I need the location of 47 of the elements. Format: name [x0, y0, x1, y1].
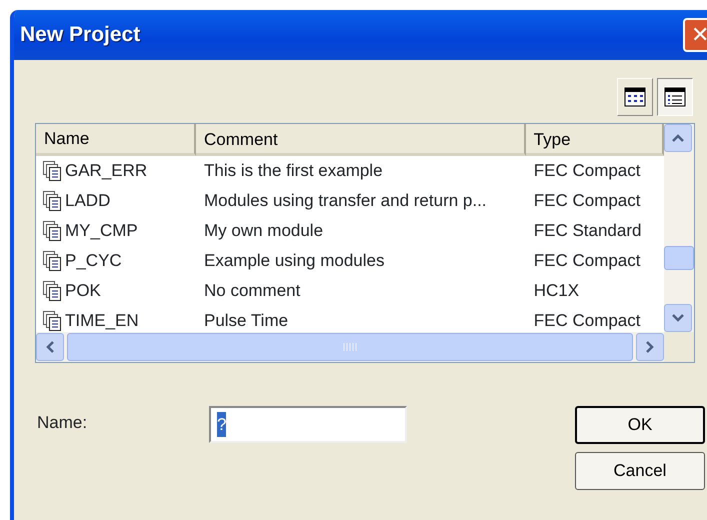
file-stack-icon	[43, 221, 61, 241]
column-header[interactable]: Name	[36, 124, 196, 156]
scroll-left-button[interactable]	[36, 333, 64, 361]
details-view-button[interactable]	[657, 78, 693, 116]
column-header[interactable]: Comment	[196, 124, 526, 156]
scroll-up-button[interactable]	[664, 124, 692, 152]
project-name[interactable]: LADD	[65, 188, 110, 214]
file-stack-icon	[43, 161, 61, 181]
icon-view-button[interactable]	[617, 78, 653, 116]
scroll-down-button[interactable]	[664, 304, 692, 332]
grip-icon	[343, 342, 357, 352]
scrollbar-corner	[664, 332, 694, 362]
column-header[interactable]: Type	[526, 124, 664, 156]
project-comment: My own module	[204, 221, 324, 240]
project-comment: Pulse Time	[204, 311, 288, 330]
project-name[interactable]: POK	[65, 278, 101, 304]
vertical-scrollbar[interactable]	[664, 124, 694, 332]
project-type: FEC Compact	[534, 311, 640, 330]
project-type: FEC Compact	[534, 251, 640, 270]
file-stack-icon	[43, 191, 61, 211]
project-type: FEC Compact	[534, 161, 640, 180]
scroll-thumb[interactable]	[67, 333, 633, 361]
window-title: New Project	[20, 22, 140, 48]
close-button[interactable]: ✕	[683, 18, 707, 52]
ok-button[interactable]: OK	[575, 406, 705, 444]
name-label: Name:	[37, 412, 88, 434]
list-view-icon	[664, 87, 686, 107]
project-comment: Modules using transfer and return p...	[204, 191, 487, 210]
project-name[interactable]: GAR_ERR	[65, 158, 148, 184]
file-stack-icon	[43, 281, 61, 301]
project-name[interactable]: MY_CMP	[65, 218, 138, 244]
scroll-right-button[interactable]	[636, 333, 664, 361]
project-type: FEC Standard	[534, 221, 642, 240]
file-stack-icon	[43, 311, 61, 331]
file-stack-icon	[43, 251, 61, 271]
project-comment: This is the first example	[204, 161, 383, 180]
project-comment: No comment	[204, 281, 300, 300]
grid-view-icon	[624, 87, 646, 107]
name-field[interactable]: ?	[209, 406, 407, 443]
project-comment: Example using modules	[204, 251, 384, 270]
project-type: FEC Compact	[534, 191, 640, 210]
cancel-button[interactable]: Cancel	[575, 452, 705, 490]
scroll-thumb[interactable]	[664, 246, 694, 270]
project-name[interactable]: P_CYC	[65, 248, 122, 274]
project-name[interactable]: TIME_EN	[65, 308, 139, 332]
horizontal-scrollbar[interactable]	[36, 332, 664, 362]
project-type: HC1X	[534, 281, 580, 300]
